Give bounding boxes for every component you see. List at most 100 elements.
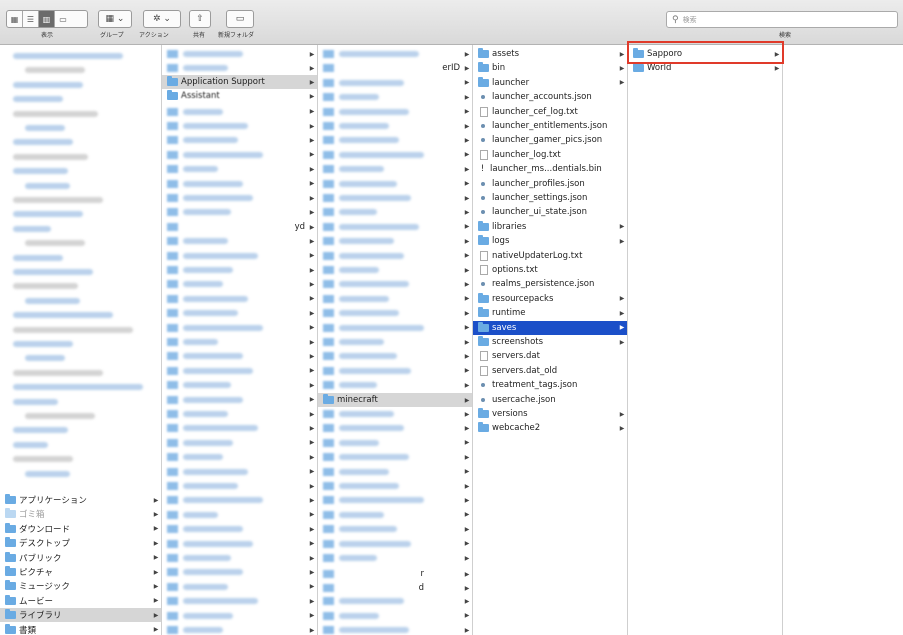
- list-item[interactable]: assets ▶: [473, 47, 627, 61]
- list-item[interactable]: launcher_gamer_pics.json: [473, 133, 627, 147]
- gallery-view-icon[interactable]: ▭: [55, 11, 71, 27]
- blurred-list-item[interactable]: ▶: [318, 421, 472, 435]
- blurred-list-item[interactable]: ▶: [162, 205, 317, 219]
- list-item[interactable]: World ▶: [628, 61, 782, 75]
- blurred-list-item[interactable]: ▶: [318, 119, 472, 133]
- blurred-list-item[interactable]: ▶: [162, 335, 317, 349]
- list-item[interactable]: デスクトップ ▶: [0, 536, 161, 550]
- blurred-list-item[interactable]: ▶: [318, 277, 472, 291]
- blurred-list-item[interactable]: [0, 337, 161, 351]
- blurred-list-item[interactable]: ▶: [318, 205, 472, 219]
- view-mode-control[interactable]: ▦ ☰ ▥ ▭: [6, 10, 88, 28]
- blurred-list-item[interactable]: [0, 366, 161, 380]
- list-item[interactable]: ミュージック ▶: [0, 579, 161, 593]
- blurred-list-item[interactable]: ▶: [318, 234, 472, 248]
- blurred-list-item[interactable]: [0, 236, 161, 250]
- list-item[interactable]: launcher_cef_log.txt: [473, 105, 627, 119]
- list-item[interactable]: servers.dat: [473, 349, 627, 363]
- list-item[interactable]: 書類 ▶: [0, 623, 161, 635]
- list-item-application-support[interactable]: Application Support ▶: [162, 75, 317, 89]
- blurred-list-item[interactable]: ▶: [162, 277, 317, 291]
- blurred-list-item[interactable]: [0, 63, 161, 77]
- list-item[interactable]: runtime ▶: [473, 306, 627, 320]
- list-item[interactable]: nativeUpdaterLog.txt: [473, 249, 627, 263]
- blurred-list-item[interactable]: ▶: [162, 162, 317, 176]
- blurred-list-item[interactable]: ▶: [162, 450, 317, 464]
- blurred-list-item[interactable]: [0, 438, 161, 452]
- blurred-list-item[interactable]: [0, 409, 161, 423]
- blurred-list-item[interactable]: ▶: [318, 436, 472, 450]
- blurred-list-item[interactable]: ▶: [318, 76, 472, 90]
- blurred-list-item[interactable]: [0, 265, 161, 279]
- blurred-list-item[interactable]: ▶: [162, 61, 317, 75]
- blurred-list-item[interactable]: ▶: [162, 292, 317, 306]
- list-item[interactable]: servers.dat_old: [473, 364, 627, 378]
- column-minecraft[interactable]: assets ▶ bin ▶ launcher ▶ launcher_accounts.js…: [473, 45, 628, 635]
- list-item[interactable]: launcher_settings.json: [473, 191, 627, 205]
- blurred-list-item[interactable]: ▶: [318, 105, 472, 119]
- blurred-list-item[interactable]: ▶: [162, 349, 317, 363]
- blurred-list-item[interactable]: ▶: [318, 133, 472, 147]
- blurred-list-item[interactable]: ▶: [318, 479, 472, 493]
- blurred-list-item[interactable]: ▶: [318, 537, 472, 551]
- blurred-list-item[interactable]: ▶: [162, 522, 317, 536]
- list-item[interactable]: realms_persistence.json: [473, 277, 627, 291]
- blurred-list-item[interactable]: ▶: [162, 364, 317, 378]
- blurred-list-item[interactable]: [0, 193, 161, 207]
- blurred-list-item[interactable]: [0, 467, 161, 481]
- blurred-list-item[interactable]: ▶: [162, 148, 317, 162]
- list-item[interactable]: ダウンロード ▶: [0, 522, 161, 536]
- blurred-list-item[interactable]: [0, 207, 161, 221]
- list-view-icon[interactable]: ☰: [23, 11, 39, 27]
- list-item[interactable]: ピクチャ ▶: [0, 565, 161, 579]
- list-item[interactable]: webcache2 ▶: [473, 421, 627, 435]
- action-button[interactable]: ✲ ⌄: [143, 10, 181, 28]
- list-item[interactable]: screenshots ▶: [473, 335, 627, 349]
- blurred-list-item[interactable]: ▶: [318, 349, 472, 363]
- blurred-list-item[interactable]: [0, 351, 161, 365]
- blurred-list-item[interactable]: ▶: [162, 321, 317, 335]
- list-item[interactable]: saves ▶: [473, 320, 627, 335]
- blurred-list-item[interactable]: [0, 323, 161, 337]
- list-item-partial-yd[interactable]: yd ▶: [162, 220, 317, 234]
- blurred-list-item[interactable]: [0, 78, 161, 92]
- list-item[interactable]: logs ▶: [473, 234, 627, 248]
- blurred-list-item[interactable]: ▶: [318, 321, 472, 335]
- blurred-list-item[interactable]: [0, 423, 161, 437]
- list-item-minecraft[interactable]: minecraft ▶: [318, 393, 472, 407]
- blurred-list-item[interactable]: ▶: [318, 220, 472, 234]
- blurred-list-item[interactable]: ▶: [162, 623, 317, 635]
- blurred-list-item[interactable]: ▶: [318, 594, 472, 608]
- share-button[interactable]: ⇧: [189, 10, 211, 28]
- blurred-list-item[interactable]: ▶: [318, 378, 472, 392]
- list-item[interactable]: usercache.json: [473, 393, 627, 407]
- blurred-list-item[interactable]: ▶: [162, 537, 317, 551]
- blurred-list-item[interactable]: ▶: [162, 191, 317, 205]
- blurred-list-item[interactable]: ▶: [318, 249, 472, 263]
- blurred-list-item[interactable]: ▶: [162, 407, 317, 421]
- column-application-support[interactable]: erID ▶ minecraft ▶ r ▶ d ▶ ▶ ▶ ▶ ▶ ▶ ▶ ▶ ▶ ▶ ▶ ▶ ▶ ▶…: [318, 45, 473, 635]
- blurred-list-item[interactable]: ▶: [318, 335, 472, 349]
- blurred-list-item[interactable]: ▶: [162, 105, 317, 119]
- blurred-list-item[interactable]: ▶: [318, 623, 472, 635]
- new-folder-button[interactable]: ▭: [226, 10, 254, 28]
- blurred-list-item[interactable]: ▶: [318, 191, 472, 205]
- list-item-partial-r[interactable]: r ▶: [318, 567, 472, 581]
- blurred-list-item[interactable]: [0, 179, 161, 193]
- blurred-list-item[interactable]: ▶: [318, 292, 472, 306]
- list-item[interactable]: ! launcher_ms...dentials.bin: [473, 162, 627, 176]
- blurred-list-item[interactable]: [0, 294, 161, 308]
- blurred-list-item[interactable]: ▶: [162, 479, 317, 493]
- blurred-list-item[interactable]: ▶: [318, 263, 472, 277]
- blurred-list-item[interactable]: ▶: [162, 393, 317, 407]
- column-library[interactable]: Application Support ▶ Assistant ▶ yd ▶ ▶…: [162, 45, 318, 635]
- blurred-list-item[interactable]: [0, 92, 161, 106]
- blurred-list-item[interactable]: ▶: [318, 306, 472, 320]
- blurred-list-item[interactable]: ▶: [162, 119, 317, 133]
- blurred-list-item[interactable]: ▶: [162, 133, 317, 147]
- blurred-list-item[interactable]: ▶: [162, 306, 317, 320]
- list-item[interactable]: launcher_accounts.json: [473, 90, 627, 104]
- blurred-list-item[interactable]: [0, 279, 161, 293]
- blurred-list-item[interactable]: ▶: [318, 407, 472, 421]
- blurred-list-item[interactable]: ▶: [162, 594, 317, 608]
